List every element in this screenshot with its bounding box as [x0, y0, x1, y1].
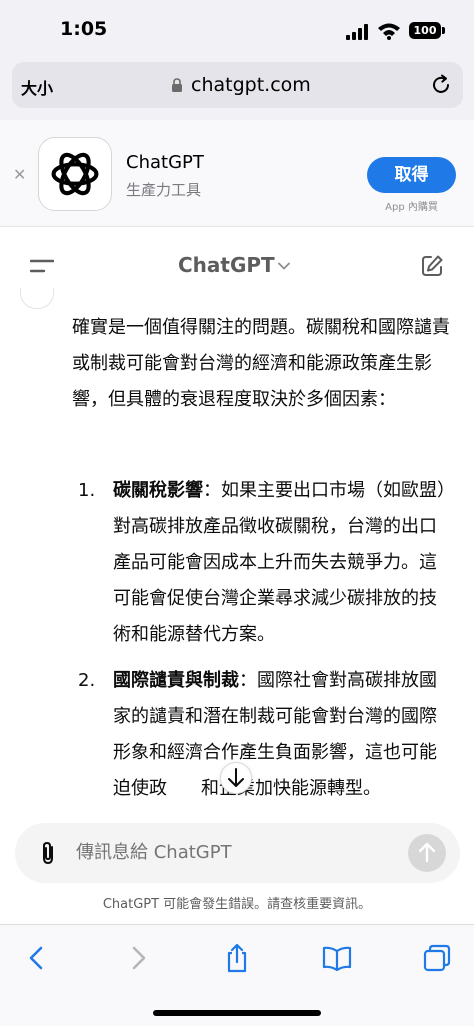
model-selector[interactable]: ChatGPT	[178, 253, 275, 277]
bookmarks-icon[interactable]	[322, 943, 352, 973]
arrow-up-icon	[418, 842, 436, 863]
send-button[interactable]	[408, 834, 446, 872]
arrow-down-icon	[228, 768, 244, 787]
in-app-purchase-label: App 內購買	[385, 202, 438, 213]
battery-cap	[442, 27, 445, 34]
get-app-button[interactable]: 取得	[367, 157, 456, 193]
tabs-icon[interactable]	[422, 943, 452, 973]
close-icon[interactable]: ✕	[13, 165, 26, 184]
menu-icon[interactable]	[30, 258, 54, 274]
list-item-number: 2.	[78, 670, 96, 691]
lock-icon	[172, 78, 182, 92]
list-item-heading: 國際譴責與制裁	[113, 670, 239, 691]
edit-icon[interactable]	[420, 254, 444, 278]
list-item-body: ：如果主要出口市場（如歐盟）對高碳排放產品徵收碳關稅，台灣的出口產品可能會因成本…	[113, 480, 446, 645]
text-size-button[interactable]: 大小	[21, 75, 53, 99]
back-icon[interactable]	[22, 943, 52, 973]
message-intro: 確實是一個值得關注的問題。碳關稅和國際譴責或制裁可能會對台灣的經濟和能源政策產生…	[72, 317, 450, 410]
scroll-to-bottom-button[interactable]	[220, 762, 252, 794]
wifi-icon	[378, 23, 400, 40]
app-name: ChatGPT	[126, 152, 204, 173]
openai-logo-icon	[51, 152, 99, 196]
app-subtitle: 生產力工具	[126, 181, 202, 199]
paperclip-icon[interactable]	[37, 840, 59, 866]
forward-icon[interactable]	[123, 943, 153, 973]
disclaimer: ChatGPT 可能會發生錯誤。請查核重要資訊。	[102, 897, 372, 912]
app-icon[interactable]	[38, 137, 112, 211]
url-text[interactable]: chatgpt.com	[191, 74, 311, 96]
signal-icon	[346, 24, 368, 40]
message-input[interactable]	[76, 842, 396, 863]
list-item: 國際譴責與制裁：國際社會對高碳排放國家的譴責和潛在制裁可能會對台灣的國際形象和經…	[113, 663, 451, 807]
share-icon[interactable]	[222, 943, 252, 973]
list-item-number: 1.	[78, 480, 96, 501]
home-indicator	[153, 1010, 321, 1016]
list-item: 碳關稅影響：如果主要出口市場（如歐盟）對高碳排放產品徵收碳關稅，台灣的出口產品可…	[113, 473, 451, 653]
reload-icon[interactable]	[430, 74, 452, 96]
battery-indicator: 100	[409, 22, 441, 39]
list-item-heading: 碳關稅影響	[113, 480, 203, 501]
chevron-down-icon[interactable]	[278, 262, 290, 270]
status-time: 1:05	[60, 18, 108, 40]
assistant-avatar	[20, 288, 54, 309]
